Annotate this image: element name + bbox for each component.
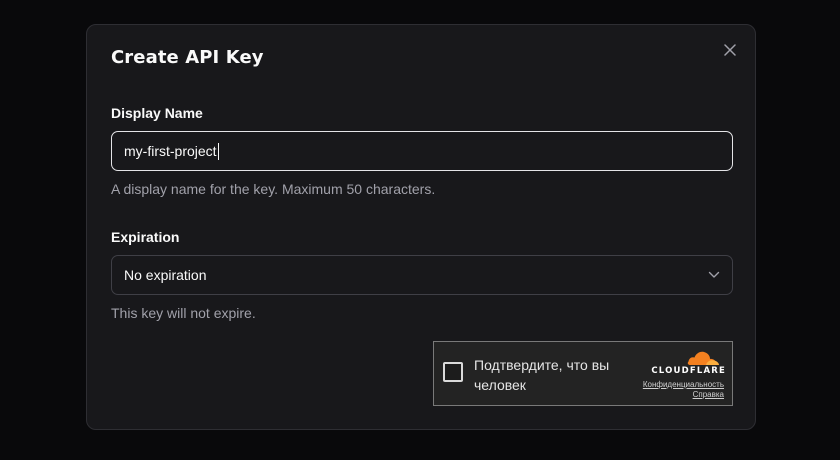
close-icon: [724, 44, 736, 56]
expiration-label: Expiration: [111, 229, 180, 245]
expiration-selected-value: No expiration: [124, 267, 207, 283]
text-cursor: [217, 142, 219, 160]
display-name-label: Display Name: [111, 105, 203, 121]
dialog-title: Create API Key: [111, 47, 264, 68]
cloudflare-wordmark: CLOUDFLARE: [651, 366, 726, 376]
cloudflare-cloud-icon: [687, 351, 719, 365]
display-name-hint: A display name for the key. Maximum 50 c…: [111, 181, 436, 197]
chevron-down-icon: [708, 271, 720, 278]
help-link[interactable]: Справка: [693, 390, 724, 399]
display-name-input[interactable]: my-first-project: [111, 131, 733, 171]
display-name-value: my-first-project: [124, 143, 217, 159]
human-verification-checkbox[interactable]: [443, 362, 463, 382]
create-api-key-dialog: Create API Key Display Name my-first-pro…: [86, 24, 756, 430]
privacy-link[interactable]: Конфиденциальность: [643, 380, 724, 389]
captcha-prompt: Подтвердите, что вы человек: [474, 357, 610, 393]
expiration-hint: This key will not expire.: [111, 305, 256, 321]
cloudflare-captcha-widget: Подтвердите, что вы человек CLOUDFLARE К…: [433, 341, 733, 406]
close-button[interactable]: [719, 39, 741, 61]
expiration-select[interactable]: No expiration: [111, 255, 733, 295]
